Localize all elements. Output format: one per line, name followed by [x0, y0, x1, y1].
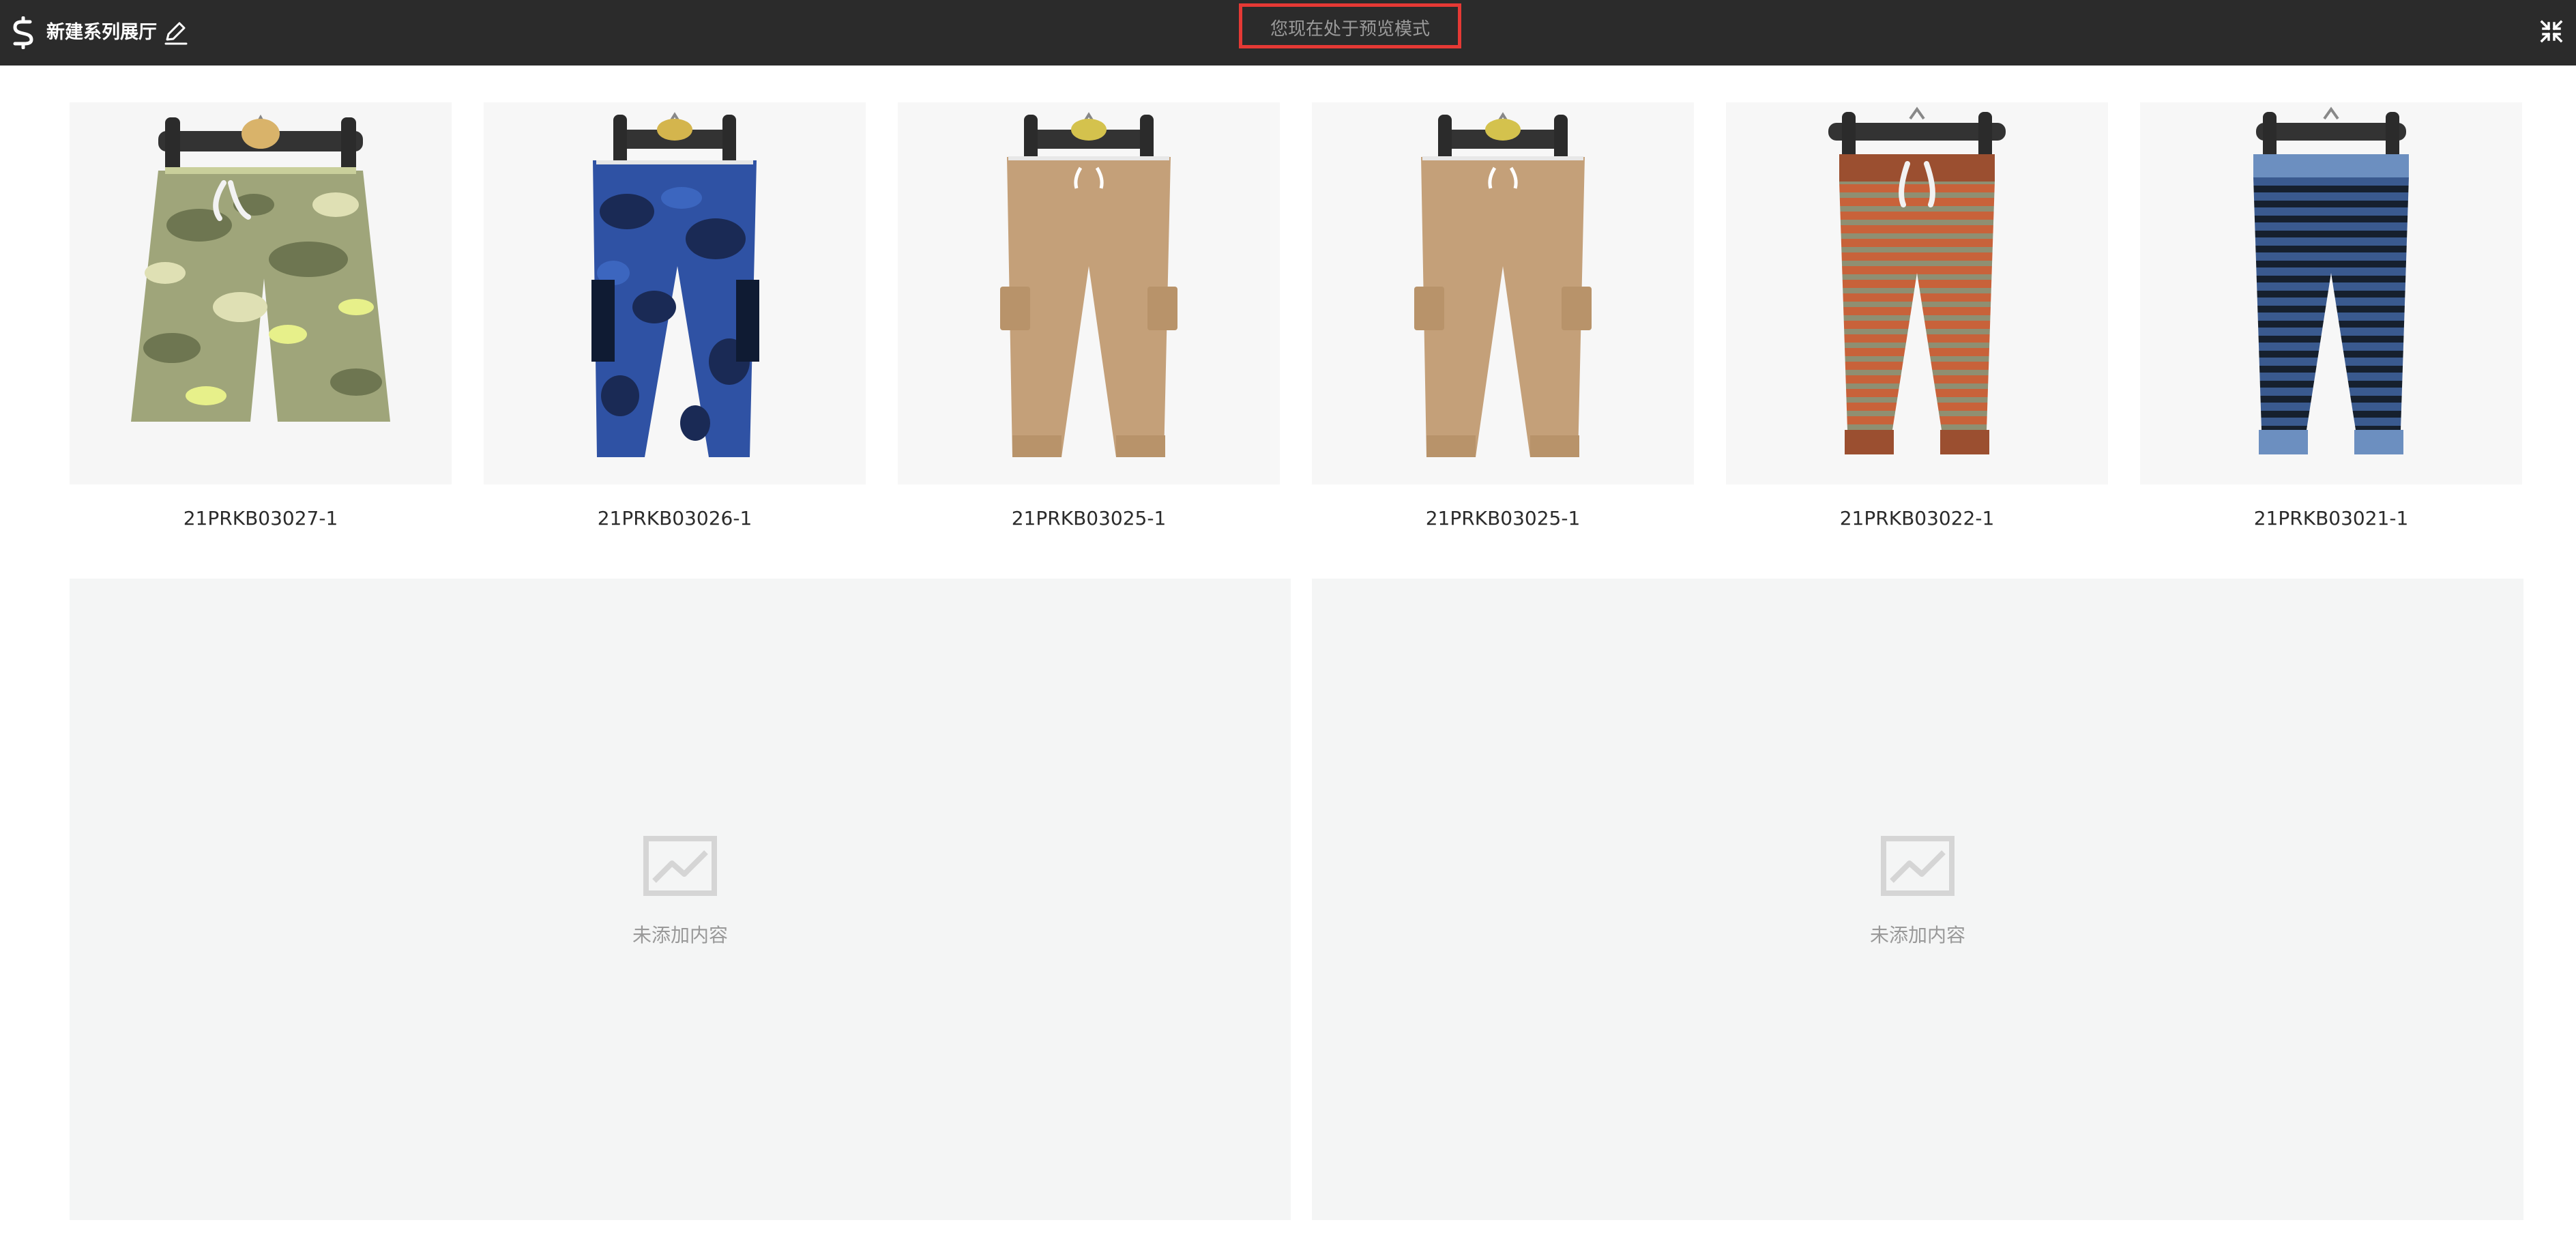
product-card[interactable]: 21PRKB03027-1 [70, 102, 452, 532]
product-sku: 21PRKB03025-1 [1011, 507, 1167, 530]
product-image[interactable] [484, 102, 866, 484]
empty-content-label: 未添加内容 [632, 924, 728, 946]
empty-content-block[interactable]: 未添加内容 [1312, 579, 2523, 1220]
product-card[interactable]: 21PRKB03021-1 [2140, 102, 2522, 532]
image-placeholder-icon [643, 836, 717, 896]
page-title: 新建系列展厅 [46, 22, 157, 43]
product-image[interactable] [898, 102, 1280, 484]
edit-icon[interactable] [162, 19, 190, 46]
product-sku: 21PRKB03027-1 [183, 507, 338, 530]
preview-mode-text: 您现在处于预览模式 [1270, 19, 1430, 40]
product-card[interactable]: 21PRKB03025-1 [1312, 102, 1694, 532]
product-image[interactable] [2140, 102, 2522, 484]
product-image[interactable] [1726, 102, 2108, 484]
product-card[interactable]: 21PRKB03026-1 [484, 102, 866, 532]
image-placeholder-icon [1881, 836, 1955, 896]
product-card[interactable]: 21PRKB03025-1 [898, 102, 1280, 532]
empty-content-label: 未添加内容 [1869, 924, 1965, 946]
product-sku: 21PRKB03021-1 [2253, 507, 2409, 530]
empty-content-block[interactable]: 未添加内容 [70, 579, 1291, 1220]
product-sku: 21PRKB03025-1 [1425, 507, 1581, 530]
product-sku: 21PRKB03022-1 [1839, 507, 1995, 530]
product-sku: 21PRKB03026-1 [597, 507, 752, 530]
brand-logo-icon[interactable] [8, 16, 38, 49]
product-card[interactable]: 21PRKB03022-1 [1726, 102, 2108, 532]
product-image[interactable] [1312, 102, 1694, 484]
top-bar: 新建系列展厅 您现在处于预览模式 [0, 0, 2576, 66]
preview-mode-notice: 您现在处于预览模式 [1239, 3, 1461, 48]
product-image[interactable] [70, 102, 452, 484]
collapse-icon[interactable] [2539, 19, 2564, 44]
